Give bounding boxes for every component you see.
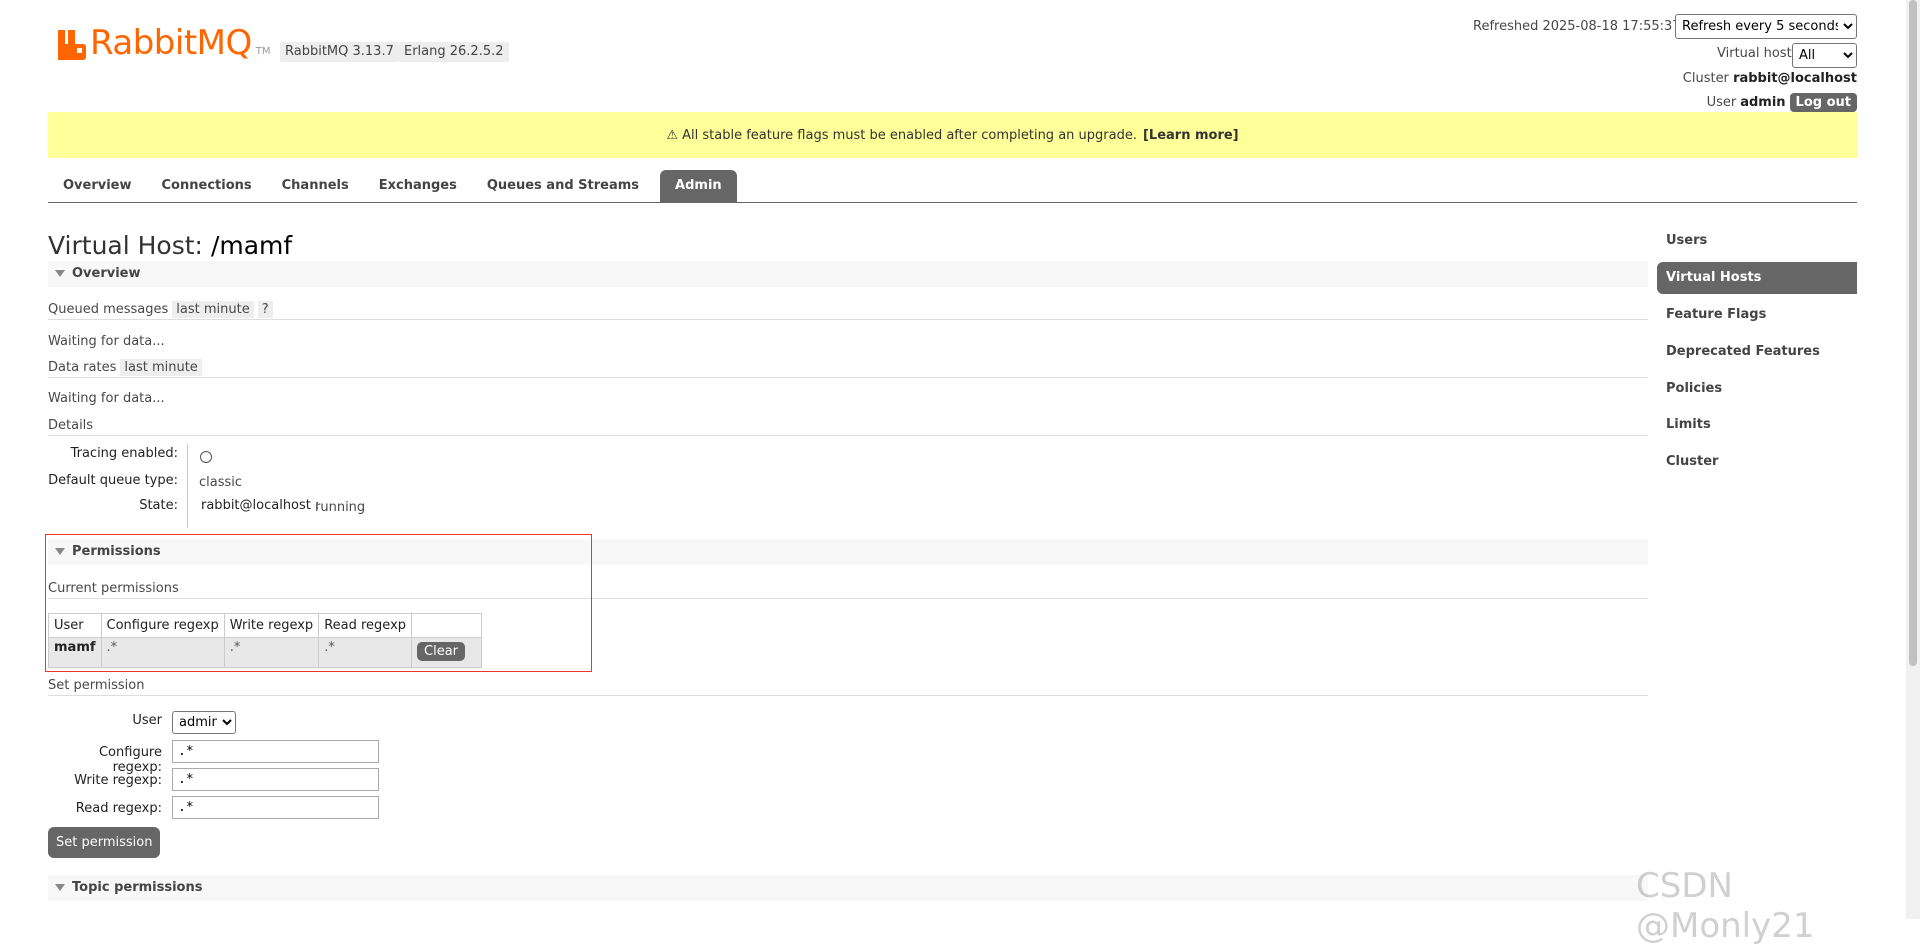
feature-flag-banner: ⚠ All stable feature flags must be enabl… (48, 112, 1857, 158)
help-button[interactable]: ? (257, 301, 273, 318)
state-value: running (315, 500, 366, 515)
tab-queues-and-streams[interactable]: Queues and Streams (472, 170, 654, 202)
cluster-name: rabbit@localhost (1733, 71, 1857, 86)
watermark: CSDN @Monly21 (1636, 866, 1815, 946)
vhost-label: Virtual host (1717, 46, 1792, 61)
banner-text: ⚠ All stable feature flags must be enabl… (666, 127, 1137, 143)
rabbitmq-version-badge: RabbitMQ 3.13.7 (280, 42, 399, 62)
logo-text: RabbitMQ (90, 23, 252, 63)
sidebar-item-limits[interactable]: Limits (1657, 409, 1857, 441)
rates-range-pill[interactable]: last minute (120, 359, 202, 376)
tab-connections[interactable]: Connections (147, 170, 267, 202)
configure-regexp-input[interactable] (172, 740, 379, 763)
sidebar-item-policies[interactable]: Policies (1657, 373, 1857, 405)
read-regexp-input[interactable] (172, 796, 379, 819)
topic-permissions-section-header[interactable]: Topic permissions (48, 875, 1648, 901)
vhost-select[interactable]: All (1792, 43, 1857, 68)
rabbit-logo-icon (58, 30, 86, 60)
refreshed-timestamp: Refreshed 2025-08-18 17:55:37 (1473, 19, 1681, 34)
sidebar-item-users[interactable]: Users (1657, 225, 1857, 257)
user-field-label: User (132, 713, 162, 728)
logout-button[interactable]: Log out (1789, 93, 1857, 112)
data-rates-header: Data rates last minute (48, 359, 1648, 378)
rabbitmq-logo[interactable]: RabbitMQ TM (58, 26, 271, 60)
logo-trademark: TM (255, 46, 271, 57)
cluster-label: Cluster (1682, 71, 1729, 86)
tab-admin[interactable]: Admin (660, 170, 737, 202)
rates-waiting-text: Waiting for data... (48, 391, 165, 406)
write-regexp-label: Write regexp: (74, 773, 162, 788)
user-info: User admin Log out (1707, 93, 1857, 112)
main-tabs: Overview Connections Channels Exchanges … (48, 170, 1857, 203)
queued-waiting-text: Waiting for data... (48, 334, 165, 349)
tracing-radio-icon (200, 451, 212, 463)
user-select[interactable]: admin (172, 711, 236, 734)
learn-more-link[interactable]: [Learn more] (1143, 128, 1239, 143)
page-title-vhost: /mamf (210, 231, 293, 260)
queue-type-value: classic (199, 475, 243, 490)
user-label: User (1706, 95, 1737, 110)
sidebar-item-deprecated-features[interactable]: Deprecated Features (1657, 336, 1857, 368)
set-permission-button[interactable]: Set permission (48, 827, 161, 858)
data-rates-label: Data rates (48, 360, 117, 375)
details-divider (187, 444, 188, 528)
current-user: admin (1740, 95, 1786, 110)
read-regexp-label: Read regexp: (75, 801, 162, 816)
tab-exchanges[interactable]: Exchanges (364, 170, 472, 202)
collapse-triangle-icon (55, 270, 65, 277)
state-node: rabbit@localhost : (201, 498, 320, 513)
page-title-prefix: Virtual Host: (48, 231, 203, 260)
erlang-version-badge: Erlang 26.2.5.2 (399, 42, 509, 62)
overview-heading: Overview (72, 266, 141, 281)
overview-section-header[interactable]: Overview (48, 261, 1648, 287)
tracing-label: Tracing enabled: (70, 446, 178, 461)
sidebar-item-cluster[interactable]: Cluster (1657, 446, 1857, 478)
queue-type-label: Default queue type: (48, 473, 178, 488)
highlight-annotation-box (45, 534, 592, 672)
sidebar-item-feature-flags[interactable]: Feature Flags (1657, 299, 1857, 331)
sidebar-item-virtual-hosts[interactable]: Virtual Hosts (1657, 262, 1857, 294)
tab-overview[interactable]: Overview (48, 170, 147, 202)
page-title: Virtual Host: /mamf (48, 231, 292, 260)
queued-messages-label: Queued messages (48, 302, 169, 317)
collapse-triangle-icon (55, 884, 65, 891)
queued-range-pill[interactable]: last minute (172, 301, 254, 318)
set-permission-header: Set permission (48, 678, 1648, 696)
details-header: Details (48, 418, 1648, 436)
cluster-info: Cluster rabbit@localhost (1683, 71, 1857, 86)
topic-permissions-heading: Topic permissions (72, 880, 203, 895)
configure-regexp-label: Configure regexp: (98, 745, 162, 775)
state-label: State: (139, 498, 178, 513)
refresh-interval-select[interactable]: Refresh every 5 seconds (1675, 14, 1857, 39)
scrollbar-thumb[interactable] (1909, 0, 1917, 666)
tab-channels[interactable]: Channels (267, 170, 364, 202)
write-regexp-input[interactable] (172, 768, 379, 791)
queued-messages-header: Queued messages last minute? (48, 301, 1648, 320)
